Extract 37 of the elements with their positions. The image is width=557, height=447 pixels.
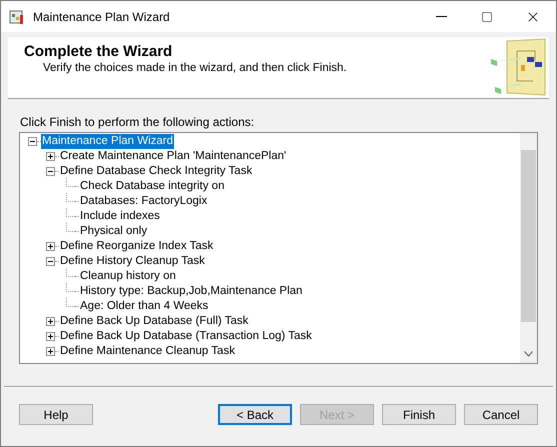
dialog-button[interactable]: Help — [19, 404, 93, 425]
maximize-icon — [481, 10, 493, 22]
app-icon — [9, 8, 25, 24]
tree-item[interactable]: Define Maintenance Cleanup Task — [59, 344, 236, 359]
tree-item[interactable]: Age: Older than 4 Weeks — [79, 299, 210, 314]
expand-icon[interactable] — [46, 332, 55, 341]
tree-item[interactable]: Define Reorganize Index Task — [59, 239, 214, 254]
header-subtitle: Verify the choices made in the wizard, and then click Finish. — [42, 61, 347, 75]
tree-item[interactable]: Maintenance Plan Wizard — [41, 134, 174, 149]
dialog-button[interactable]: Cancel — [464, 404, 538, 425]
instructions-label: Click Finish to perform the following actions: — [20, 115, 256, 129]
collapse-icon[interactable] — [46, 167, 55, 176]
expand-icon[interactable] — [46, 152, 55, 161]
tree-item[interactable]: Define Back Up Database (Full) Task — [59, 314, 250, 329]
expand-icon[interactable] — [46, 317, 55, 326]
scrollbar-thumb[interactable] — [521, 150, 536, 322]
minimize-icon — [436, 16, 446, 17]
dialog-button[interactable]: < Back — [218, 404, 292, 425]
tree-item[interactable]: Check Database integrity on — [79, 179, 226, 194]
tree-item[interactable]: Create Maintenance Plan 'MaintenancePlan' — [59, 149, 288, 164]
tree-item[interactable]: Cleanup history on — [79, 269, 177, 284]
tree-item[interactable]: Databases: FactoryLogix — [79, 194, 208, 209]
vertical-scrollbar[interactable] — [520, 133, 537, 363]
tree-item[interactable]: History type: Backup,Job,Maintenance Plan — [79, 284, 304, 299]
dialog-button[interactable]: Finish — [382, 404, 456, 425]
tree-item[interactable]: Physical only — [79, 224, 148, 239]
window-title: Maintenance Plan Wizard — [33, 8, 170, 26]
tree-item[interactable]: Define Back Up Database (Transaction Log) Task — [59, 329, 313, 344]
collapse-icon[interactable] — [46, 257, 55, 266]
scroll-down-icon[interactable] — [524, 351, 533, 357]
collapse-icon[interactable] — [28, 137, 37, 146]
tree-item[interactable]: Define History Cleanup Task — [59, 254, 206, 269]
header-title: Complete the Wizard — [24, 43, 174, 61]
expand-icon[interactable] — [46, 347, 55, 356]
expand-icon[interactable] — [46, 242, 55, 251]
tree-item[interactable]: Define Database Check Integrity Task — [59, 164, 254, 179]
tree-item[interactable]: Include indexes — [79, 209, 161, 224]
